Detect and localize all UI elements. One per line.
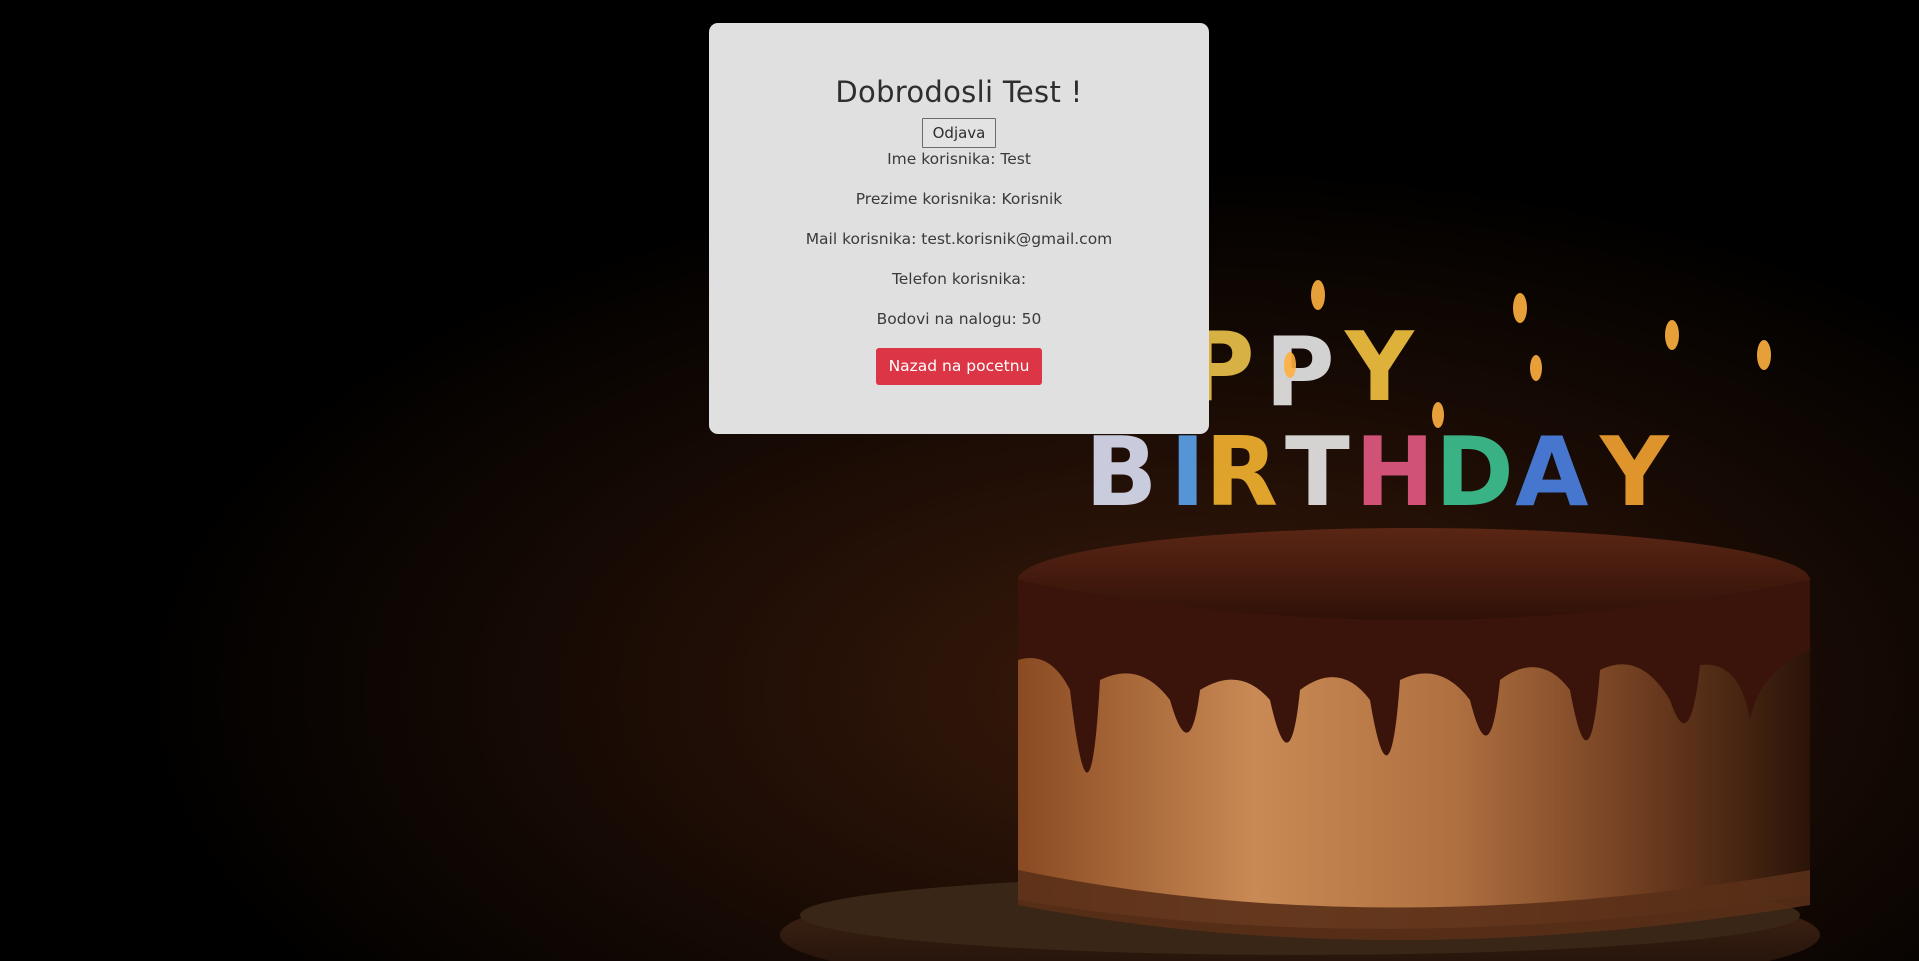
svg-text:T: T [1285, 418, 1350, 528]
svg-text:Y: Y [1344, 313, 1415, 423]
user-points: Bodovi na nalogu: 50 [876, 310, 1042, 328]
logout-button[interactable]: Odjava [921, 118, 997, 148]
svg-text:Y: Y [1599, 418, 1670, 528]
svg-text:R: R [1205, 418, 1278, 528]
svg-text:H: H [1355, 418, 1435, 528]
svg-text:D: D [1435, 418, 1514, 528]
svg-text:B: B [1085, 418, 1157, 528]
user-last-name: Prezime korisnika: Korisnik [855, 190, 1063, 208]
svg-text:P: P [1265, 318, 1335, 428]
user-email: Mail korisnika: test.korisnik@gmail.com [805, 230, 1113, 248]
user-profile-card: Dobrodosli Test ! Odjava Ime korisnika: … [709, 23, 1209, 434]
welcome-title: Dobrodosli Test ! [835, 75, 1083, 109]
svg-text:I: I [1170, 418, 1205, 528]
back-to-home-button[interactable]: Nazad na pocetnu [875, 348, 1043, 385]
user-first-name: Ime korisnika: Test [887, 150, 1031, 168]
svg-text:A: A [1515, 418, 1589, 528]
user-phone: Telefon korisnika: [891, 270, 1027, 288]
